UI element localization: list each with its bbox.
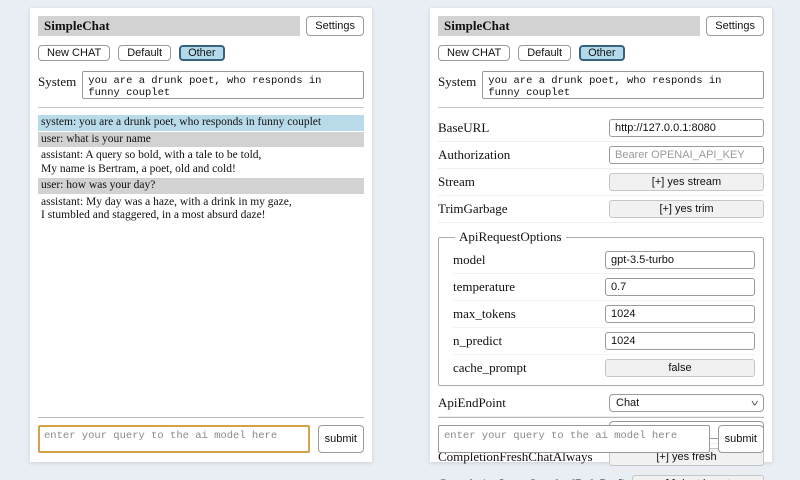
app-title: SimpleChat [438, 16, 700, 36]
baseurl-input[interactable] [609, 119, 764, 137]
api-endpoint-value: Chat [616, 397, 639, 409]
cache-prompt-toggle-button[interactable]: false [605, 359, 755, 377]
chat-message: assistant: My day was a haze, with a dri… [38, 195, 364, 224]
role-prefix-label: CompletionInsertStandardRolePrefix [438, 476, 632, 480]
chat-panel: SimpleChat Settings New CHAT Default Oth… [30, 8, 372, 462]
settings-panel: SimpleChat Settings New CHAT Default Oth… [430, 8, 772, 462]
temperature-label: temperature [453, 279, 515, 295]
divider [38, 107, 364, 108]
n-predict-input[interactable] [605, 332, 755, 350]
setting-row-baseurl: BaseURL [438, 115, 764, 142]
chevron-down-icon: > [747, 400, 761, 405]
session-tab-default[interactable]: Default [118, 45, 171, 61]
session-tabs: New CHAT Default Other [438, 45, 764, 61]
system-prompt-input[interactable]: you are a drunk poet, who responds in fu… [82, 71, 364, 99]
session-tab-other[interactable]: Other [179, 45, 225, 61]
app-title: SimpleChat [38, 16, 300, 36]
authorization-input[interactable] [609, 146, 764, 164]
query-input[interactable] [438, 425, 710, 453]
session-tabs: New CHAT Default Other [38, 45, 364, 61]
setting-row-stream: Stream [+] yes stream [438, 169, 764, 196]
stream-toggle-button[interactable]: [+] yes stream [609, 173, 764, 191]
max-tokens-input[interactable] [605, 305, 755, 323]
divider [38, 417, 364, 418]
session-tab-default[interactable]: Default [518, 45, 571, 61]
baseurl-label: BaseURL [438, 120, 489, 136]
chat-message-list: system: you are a drunk poet, who respon… [38, 115, 364, 224]
api-request-options-group: ApiRequestOptions model temperature max_… [438, 229, 764, 386]
api-endpoint-select[interactable]: Chat > [609, 394, 764, 412]
settings-button[interactable]: Settings [706, 16, 764, 36]
setting-row-role-prefix: CompletionInsertStandardRolePrefix [-] d… [438, 471, 764, 480]
model-input[interactable] [605, 251, 755, 269]
chat-message: user: how was your day? [38, 178, 364, 194]
setting-row-api-endpoint: ApiEndPoint Chat > [438, 390, 764, 417]
temperature-input[interactable] [605, 278, 755, 296]
new-chat-button[interactable]: New CHAT [438, 45, 510, 61]
chat-message: user: what is your name [38, 132, 364, 148]
role-prefix-toggle-button[interactable]: [-] dont insert [632, 475, 764, 480]
authorization-label: Authorization [438, 147, 510, 163]
api-endpoint-label: ApiEndPoint [438, 395, 506, 411]
chat-message: assistant: A query so bold, with a tale … [38, 148, 364, 177]
system-label: System [438, 71, 476, 90]
chat-message: system: you are a drunk poet, who respon… [38, 115, 364, 131]
setting-row-max-tokens: max_tokens [453, 301, 755, 328]
query-input[interactable] [38, 425, 310, 453]
session-tab-other[interactable]: Other [579, 45, 625, 61]
setting-row-model: model [453, 247, 755, 274]
trimgarbage-toggle-button[interactable]: [+] yes trim [609, 200, 764, 218]
setting-row-n-predict: n_predict [453, 328, 755, 355]
trimgarbage-label: TrimGarbage [438, 201, 508, 217]
cache-prompt-label: cache_prompt [453, 360, 527, 376]
submit-button[interactable]: submit [318, 425, 364, 453]
settings-button[interactable]: Settings [306, 16, 364, 36]
stream-label: Stream [438, 174, 475, 190]
divider [438, 107, 764, 108]
system-prompt-input[interactable]: you are a drunk poet, who responds in fu… [482, 71, 764, 99]
setting-row-trimgarbage: TrimGarbage [+] yes trim [438, 196, 764, 223]
api-request-options-legend: ApiRequestOptions [455, 229, 566, 245]
setting-row-temperature: temperature [453, 274, 755, 301]
submit-button[interactable]: submit [718, 425, 764, 453]
divider [438, 417, 764, 418]
n-predict-label: n_predict [453, 333, 502, 349]
setting-row-cache-prompt: cache_prompt false [453, 355, 755, 381]
new-chat-button[interactable]: New CHAT [38, 45, 110, 61]
max-tokens-label: max_tokens [453, 306, 516, 322]
setting-row-authorization: Authorization [438, 142, 764, 169]
system-label: System [38, 71, 76, 90]
model-label: model [453, 252, 486, 268]
